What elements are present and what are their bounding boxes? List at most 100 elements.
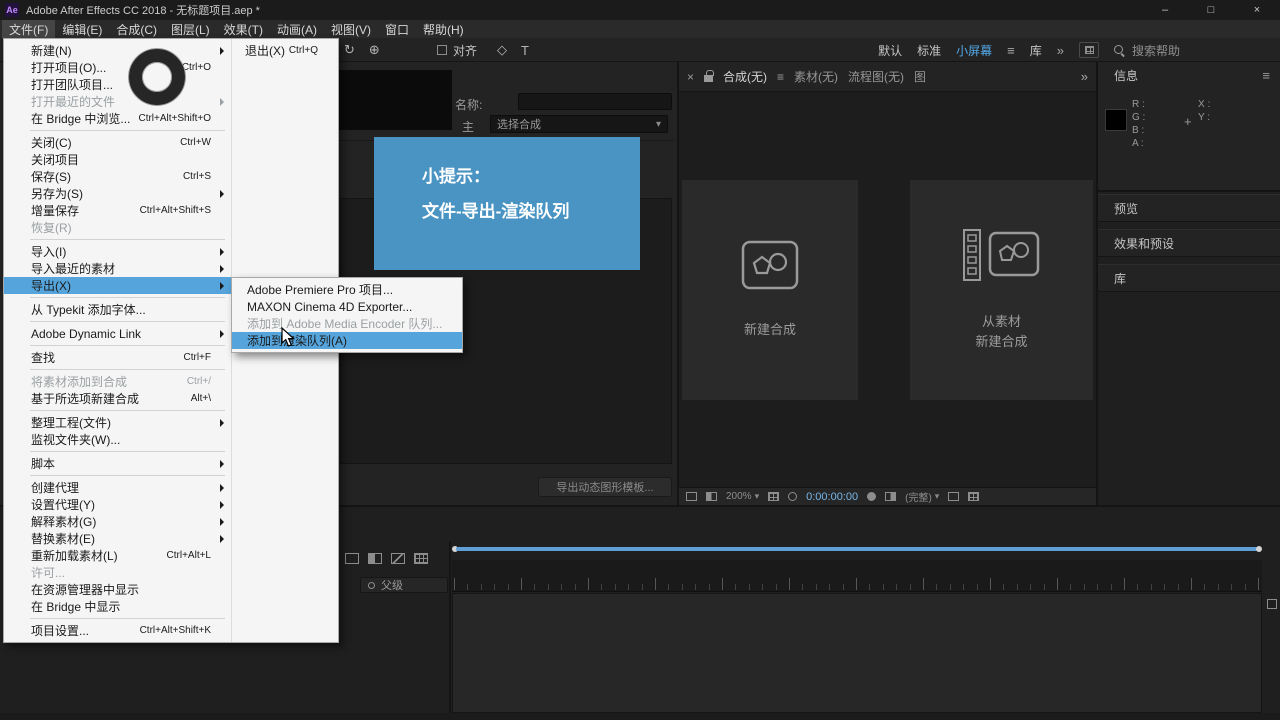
menu-bar-item[interactable]: 合成(C)	[109, 20, 164, 38]
menu-bar-item[interactable]: 帮助(H)	[416, 20, 471, 38]
snapshot-icon[interactable]	[867, 492, 876, 501]
menu-bar-item[interactable]: 视图(V)	[324, 20, 378, 38]
workspace-overflow-icon[interactable]: »	[1057, 43, 1064, 58]
file-menu-item[interactable]: 整理工程(文件)	[4, 414, 231, 431]
file-menu-item[interactable]: 关闭项目	[4, 151, 231, 168]
preview-quality-icon[interactable]	[686, 492, 697, 501]
grid-guides-icon[interactable]	[768, 492, 779, 501]
menu-bar-item[interactable]: 图层(L)	[164, 20, 217, 38]
file-menu-item[interactable]: 解释素材(G)	[4, 513, 231, 530]
menu-bar-item[interactable]: 文件(F)	[2, 20, 55, 38]
export-submenu-item[interactable]: Adobe Premiere Pro 项目...	[232, 281, 462, 298]
file-menu-item[interactable]: 设置代理(Y)	[4, 496, 231, 513]
more-tabs-icon[interactable]: »	[1081, 69, 1088, 84]
file-menu-item[interactable]: 重新加载素材(L) Ctrl+Alt+L	[4, 547, 231, 564]
collapsed-panel-header[interactable]: 效果和预设	[1098, 229, 1280, 257]
file-menu-item[interactable]: 从 Typekit 添加字体...	[4, 301, 231, 318]
export-submenu-item[interactable]: 添加到渲染队列(A)	[232, 332, 462, 349]
minimize-button[interactable]: –	[1142, 0, 1188, 20]
magnification-dropdown[interactable]: 200% ▾	[726, 491, 759, 502]
file-menu-item[interactable]: 打开团队项目...	[4, 76, 231, 93]
file-menu-item[interactable]: 导出(X)	[4, 277, 231, 294]
tab-flowchart[interactable]: 流程图(无)	[848, 68, 904, 85]
region-of-interest-icon[interactable]	[948, 492, 959, 501]
file-menu-item[interactable]: 替换素材(E)	[4, 530, 231, 547]
file-menu-item[interactable]: Adobe Dynamic Link	[4, 325, 231, 342]
menu-bar-item[interactable]: 窗口	[378, 20, 416, 38]
screen-mode-icon[interactable]	[706, 492, 717, 501]
file-menu-item[interactable]: 在资源管理器中显示	[4, 581, 231, 598]
export-submenu-item[interactable]: 添加到 Adobe Media Encoder 队列...	[232, 315, 462, 332]
collapsed-panel-header[interactable]: 库	[1098, 264, 1280, 292]
workspace-tab[interactable]: 默认	[878, 42, 902, 59]
transparency-grid-icon[interactable]	[968, 492, 979, 501]
file-menu-item[interactable]: 脚本	[4, 455, 231, 472]
current-time-display[interactable]: 0:00:00:00	[806, 491, 858, 503]
menu-bar-item[interactable]: 编辑(E)	[55, 20, 109, 38]
workspace-grid-button[interactable]	[1079, 42, 1099, 58]
parent-column-header[interactable]: 父级	[360, 577, 448, 593]
workspace-menu-icon[interactable]: ≡	[1007, 43, 1015, 58]
tab-composition[interactable]: 合成(无)	[723, 68, 767, 85]
frame-blend-icon[interactable]	[368, 553, 382, 564]
export-submenu-item[interactable]: MAXON Cinema 4D Exporter...	[232, 298, 462, 315]
new-composition-card[interactable]: 新建合成	[682, 180, 858, 400]
file-menu-item[interactable]: 另存为(S)	[4, 185, 231, 202]
info-panel-header[interactable]: 信息 ≡	[1098, 62, 1280, 88]
file-menu-item[interactable]: 创建代理	[4, 479, 231, 496]
file-menu-item[interactable]: 关闭(C) Ctrl+W	[4, 134, 231, 151]
menu-bar-item[interactable]: 效果(T)	[217, 20, 270, 38]
shy-icon[interactable]	[345, 553, 359, 564]
show-snapshot-icon[interactable]	[885, 492, 896, 501]
type-tool-icon[interactable]: T	[521, 43, 529, 58]
export-motion-template-button[interactable]: 导出动态图形模板...	[538, 477, 672, 497]
time-navigator-bar[interactable]	[456, 547, 1258, 551]
file-menu-item[interactable]: 监视文件夹(W)...	[4, 431, 231, 448]
workspace-tab-library[interactable]: 库	[1030, 42, 1042, 59]
help-search[interactable]: 搜索帮助	[1114, 42, 1272, 59]
panel-menu-icon[interactable]: ≡	[777, 70, 784, 84]
master-comp-select[interactable]: 选择合成 ▾	[490, 115, 668, 133]
workspace-tab[interactable]: 标准	[917, 42, 941, 59]
shape-tool-icon[interactable]: ◇	[497, 42, 507, 58]
file-menu-item[interactable]: 查找 Ctrl+F	[4, 349, 231, 366]
tab-partial[interactable]: 图	[914, 68, 926, 85]
zoom-fit-icon[interactable]	[1267, 599, 1277, 609]
file-menu-item[interactable]: 项目设置... Ctrl+Alt+Shift+K	[4, 622, 231, 639]
mask-visibility-icon[interactable]	[788, 492, 797, 501]
maximize-button[interactable]: □	[1188, 0, 1234, 20]
file-menu-item[interactable]: 导入(I)	[4, 243, 231, 260]
camera-orbit-tool-icon[interactable]: ⊕	[369, 42, 380, 58]
time-navigator[interactable]	[452, 546, 1262, 552]
file-menu-item[interactable]: 打开最近的文件	[4, 93, 231, 110]
file-menu-item[interactable]: 退出(X) Ctrl+Q	[232, 42, 338, 59]
file-menu-item[interactable]: 打开项目(O)... Ctrl+O	[4, 59, 231, 76]
close-button[interactable]: ×	[1234, 0, 1280, 20]
file-menu-item[interactable]: 保存(S) Ctrl+S	[4, 168, 231, 185]
collapsed-panel-header[interactable]: 预览	[1098, 194, 1280, 222]
name-input[interactable]	[518, 93, 672, 110]
file-menu-item[interactable]: 增量保存 Ctrl+Alt+Shift+S	[4, 202, 231, 219]
file-menu-item[interactable]: 将素材添加到合成 Ctrl+/	[4, 373, 231, 390]
file-menu-item[interactable]: 在 Bridge 中浏览... Ctrl+Alt+Shift+O	[4, 110, 231, 127]
file-menu-item[interactable]: 恢复(R)	[4, 219, 231, 236]
rotate-tool-icon[interactable]: ↻	[344, 42, 355, 58]
panel-menu-icon[interactable]: ≡	[1262, 68, 1270, 83]
time-ruler[interactable]	[452, 560, 1262, 592]
layer-lane[interactable]	[452, 593, 1262, 713]
menu-bar-item[interactable]: 动画(A)	[270, 20, 324, 38]
file-menu-item[interactable]: 新建(N)	[4, 42, 231, 59]
snap-checkbox[interactable]	[437, 45, 447, 55]
new-composition-from-footage-card[interactable]: 从素材 新建合成	[910, 180, 1093, 400]
horizontal-scrollbar[interactable]	[0, 713, 1280, 720]
motion-blur-icon[interactable]	[391, 553, 405, 564]
lock-icon[interactable]	[704, 75, 713, 82]
resolution-dropdown[interactable]: (完整) ▾	[905, 489, 939, 504]
file-menu-item[interactable]: 基于所选项新建合成 Alt+\	[4, 390, 231, 407]
close-panel-icon[interactable]: ×	[687, 70, 694, 84]
file-menu-item[interactable]: 在 Bridge 中显示	[4, 598, 231, 615]
file-menu-item[interactable]: 许可...	[4, 564, 231, 581]
workspace-tab[interactable]: 小屏幕	[956, 42, 992, 59]
graph-editor-icon[interactable]	[414, 553, 428, 564]
file-menu-item[interactable]: 导入最近的素材	[4, 260, 231, 277]
